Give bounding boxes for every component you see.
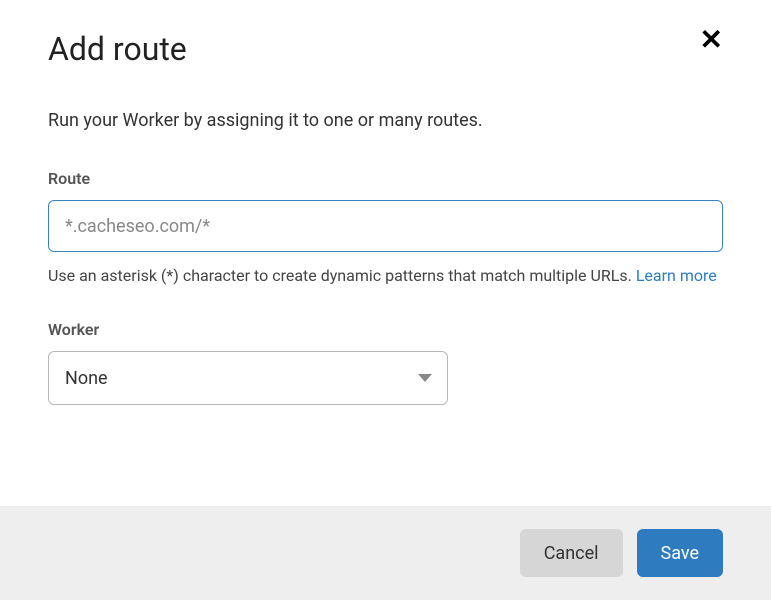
worker-select[interactable]: None — [48, 351, 448, 405]
modal-header: Add route ✕ — [48, 30, 723, 68]
route-label: Route — [48, 169, 723, 188]
route-help-text: Use an asterisk (*) character to create … — [48, 264, 723, 288]
route-help-text-content: Use an asterisk (*) character to create … — [48, 266, 636, 285]
close-icon: ✕ — [700, 24, 723, 55]
route-form-group: Route Use an asterisk (*) character to c… — [48, 169, 723, 288]
worker-form-group: Worker None — [48, 320, 723, 405]
modal-title: Add route — [48, 30, 187, 68]
worker-label: Worker — [48, 320, 723, 339]
modal-footer: Cancel Save — [0, 506, 771, 600]
close-button[interactable]: ✕ — [700, 26, 723, 54]
save-button[interactable]: Save — [637, 529, 724, 577]
cancel-button[interactable]: Cancel — [520, 529, 623, 577]
modal-description: Run your Worker by assigning it to one o… — [48, 108, 723, 133]
route-input[interactable] — [48, 200, 723, 252]
learn-more-link[interactable]: Learn more — [636, 266, 717, 285]
